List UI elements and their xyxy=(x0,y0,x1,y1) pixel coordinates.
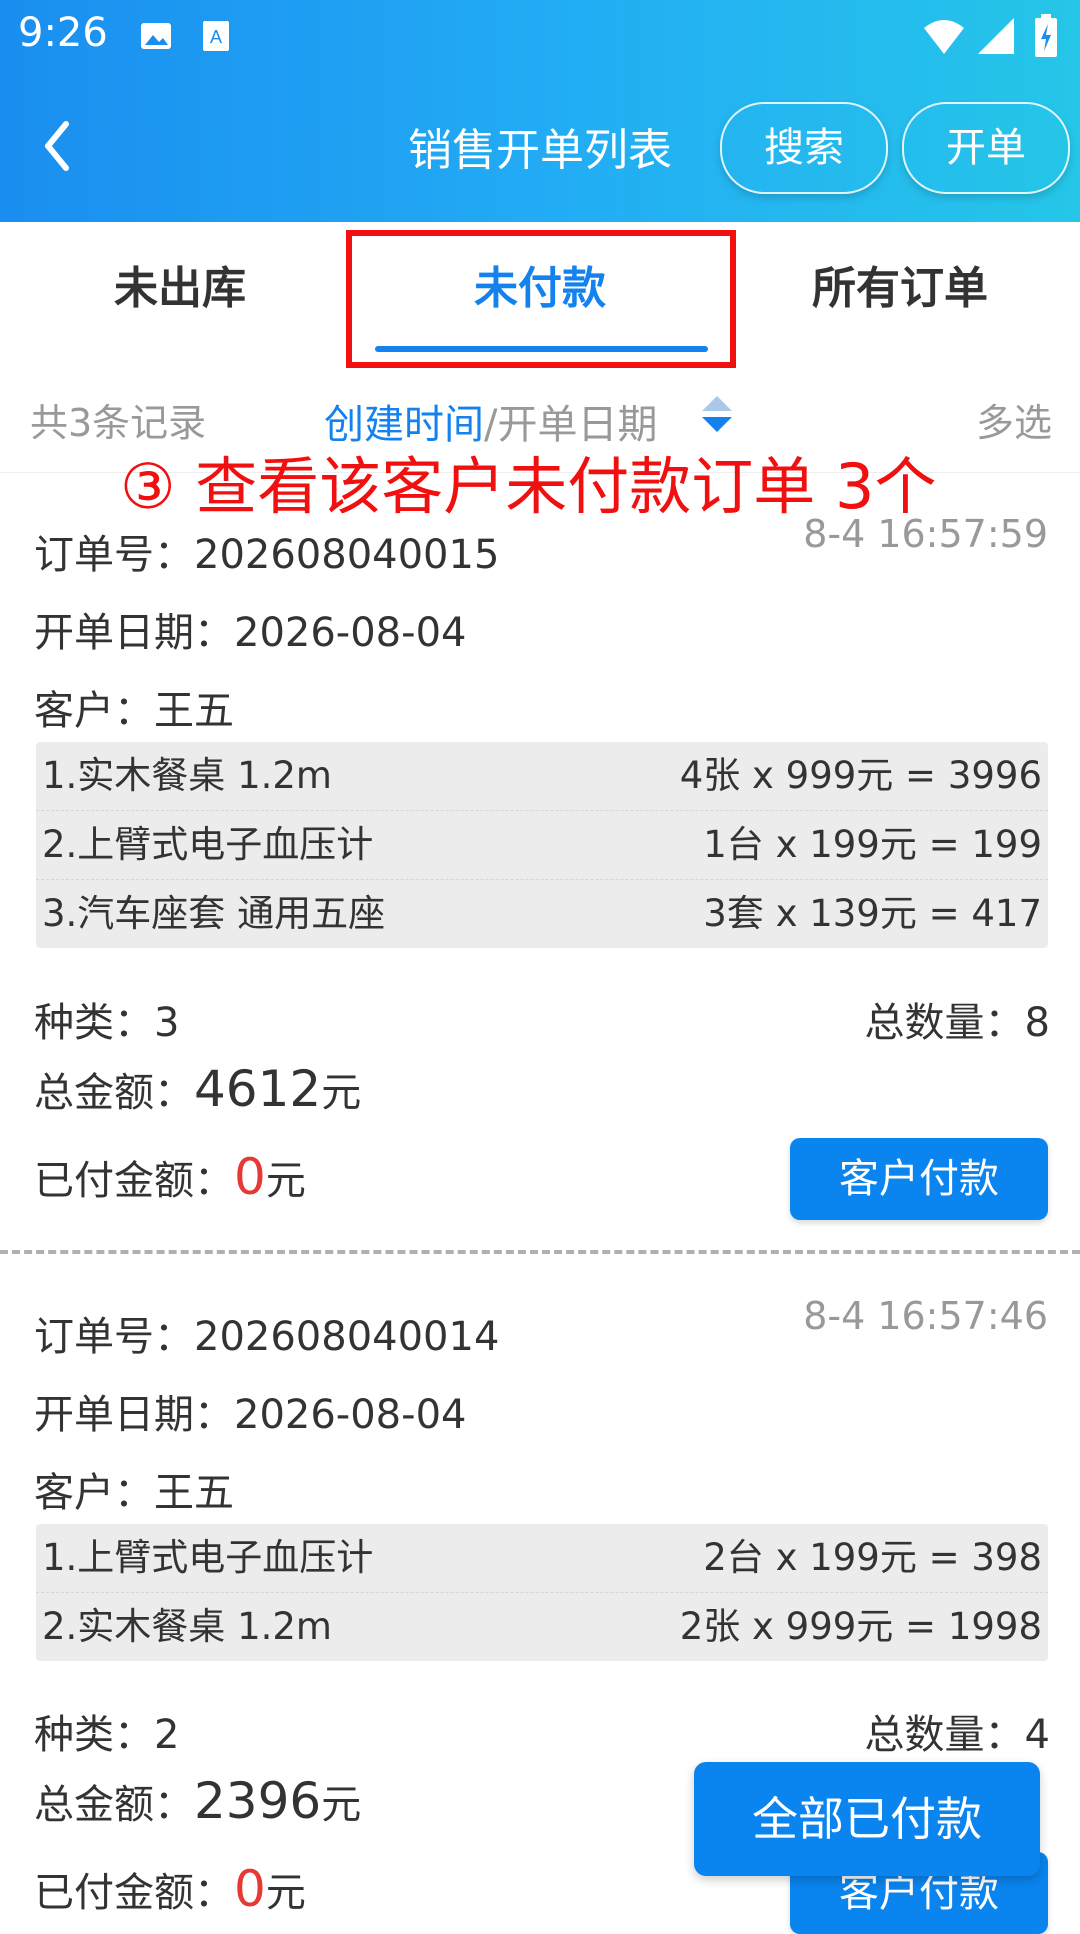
customer-name: 王五 xyxy=(154,1470,234,1516)
customer-name: 王五 xyxy=(154,688,234,734)
list-item: 2.上臂式电子血压计 1台 x 199元 = 199 xyxy=(36,811,1048,880)
signal-icon xyxy=(978,18,1014,54)
kinds-value: 2 xyxy=(154,1712,180,1758)
kinds-row: 种类：2 xyxy=(34,1702,179,1760)
total-amount: 2396 xyxy=(194,1772,322,1830)
paid-unit: 元 xyxy=(265,1870,306,1916)
customer-row: 客户：王五 xyxy=(34,1460,234,1518)
item-name: 1.实木餐桌 1.2m xyxy=(42,754,332,797)
paid-unit: 元 xyxy=(265,1158,306,1204)
total-amount: 4612 xyxy=(194,1060,322,1118)
paid-amount: 0 xyxy=(234,1860,266,1918)
total-label: 总金额： xyxy=(34,1070,194,1116)
customer-pay-button[interactable]: 客户付款 xyxy=(790,1138,1048,1220)
order-number-label: 订单号： xyxy=(34,1314,194,1360)
total-unit: 元 xyxy=(321,1782,362,1828)
order-number-row: 订单号：202608040015 xyxy=(34,522,499,580)
quantity-value: 8 xyxy=(1024,1000,1050,1046)
multi-select-button[interactable]: 多选 xyxy=(976,392,1052,447)
order-number-label: 订单号： xyxy=(34,532,194,578)
back-arrow-icon[interactable] xyxy=(36,118,84,174)
item-calc: 2张 x 999元 = 1998 xyxy=(679,1605,1042,1648)
order-items-list: 1.实木餐桌 1.2m 4张 x 999元 = 3996 2.上臂式电子血压计 … xyxy=(36,742,1048,948)
status-bar: 9:26 A xyxy=(0,0,1080,72)
item-calc: 4张 x 999元 = 3996 xyxy=(679,754,1042,797)
quantity-value: 4 xyxy=(1024,1712,1050,1758)
create-order-button[interactable]: 开单 xyxy=(902,102,1070,194)
customer-row: 客户：王五 xyxy=(34,678,234,736)
order-timestamp: 8-4 16:57:46 xyxy=(803,1294,1048,1338)
order-timestamp: 8-4 16:57:59 xyxy=(803,512,1048,556)
order-date-label: 开单日期： xyxy=(34,1392,234,1438)
order-date-row: 开单日期：2026-08-04 xyxy=(34,1382,466,1440)
list-item: 1.实木餐桌 1.2m 4张 x 999元 = 3996 xyxy=(36,742,1048,811)
kinds-label: 种类： xyxy=(34,1712,154,1758)
page-title: 销售开单列表 xyxy=(408,125,672,176)
item-name: 3.汽车座套 通用五座 xyxy=(42,892,386,935)
battery-icon xyxy=(1035,14,1057,57)
order-date-label: 开单日期： xyxy=(34,610,234,656)
status-time: 9:26 xyxy=(18,10,108,56)
list-item: 1.上臂式电子血压计 2台 x 199元 = 398 xyxy=(36,1524,1048,1593)
item-calc: 1台 x 199元 = 199 xyxy=(703,823,1042,866)
kinds-label: 种类： xyxy=(34,1000,154,1046)
order-number: 202608040015 xyxy=(194,532,500,578)
wifi-icon xyxy=(924,20,964,54)
quantity-row: 总数量：4 xyxy=(865,1702,1050,1760)
item-calc: 2台 x 199元 = 398 xyxy=(703,1536,1042,1579)
list-item: 3.汽车座套 通用五座 3套 x 139元 = 417 xyxy=(36,880,1048,948)
customer-label: 客户： xyxy=(34,688,154,734)
sort-toggle-icon[interactable] xyxy=(700,394,734,434)
order-number-row: 订单号：202608040014 xyxy=(34,1304,499,1362)
total-row: 总金额：2396元 xyxy=(34,1772,361,1830)
tab-not-shipped[interactable]: 未出库 xyxy=(60,252,300,316)
svg-text:A: A xyxy=(210,27,222,47)
search-button[interactable]: 搜索 xyxy=(720,102,888,194)
kinds-row: 种类：3 xyxy=(34,990,179,1048)
order-date: 2026-08-04 xyxy=(234,610,467,656)
app-header: 9:26 A 销售开单列表 搜索 开单 xyxy=(0,0,1080,222)
total-row: 总金额：4612元 xyxy=(34,1060,361,1118)
list-item: 2.实木餐桌 1.2m 2张 x 999元 = 1998 xyxy=(36,1593,1048,1661)
quantity-row: 总数量：8 xyxy=(865,990,1050,1048)
paid-row: 已付金额：0元 xyxy=(34,1860,306,1918)
paid-amount: 0 xyxy=(234,1148,266,1206)
item-name: 1.上臂式电子血压计 xyxy=(42,1536,374,1579)
paid-row: 已付金额：0元 xyxy=(34,1148,306,1206)
order-date: 2026-08-04 xyxy=(234,1392,467,1438)
item-name: 2.实木餐桌 1.2m xyxy=(42,1605,332,1648)
order-number: 202608040014 xyxy=(194,1314,500,1360)
total-label: 总金额： xyxy=(34,1782,194,1828)
item-calc: 3套 x 139元 = 417 xyxy=(703,892,1042,935)
order-items-list: 1.上臂式电子血压计 2台 x 199元 = 398 2.实木餐桌 1.2m 2… xyxy=(36,1524,1048,1661)
quantity-label: 总数量： xyxy=(864,1000,1025,1046)
image-icon xyxy=(141,23,171,49)
text-recognition-icon: A xyxy=(203,21,229,51)
mark-all-paid-button[interactable]: 全部已付款 xyxy=(694,1762,1040,1876)
order-card[interactable]: 订单号：202608040015 8-4 16:57:59 开单日期：2026-… xyxy=(0,500,1080,1240)
paid-label: 已付金额： xyxy=(34,1158,234,1204)
order-date-row: 开单日期：2026-08-04 xyxy=(34,600,466,658)
customer-label: 客户： xyxy=(34,1470,154,1516)
quantity-label: 总数量： xyxy=(864,1712,1025,1758)
total-unit: 元 xyxy=(321,1070,362,1116)
order-divider xyxy=(0,1250,1080,1254)
kinds-value: 3 xyxy=(154,1000,180,1046)
annotation-highlight-box xyxy=(346,230,736,368)
item-name: 2.上臂式电子血压计 xyxy=(42,823,374,866)
tab-all-orders[interactable]: 所有订单 xyxy=(780,252,1020,316)
paid-label: 已付金额： xyxy=(34,1870,234,1916)
